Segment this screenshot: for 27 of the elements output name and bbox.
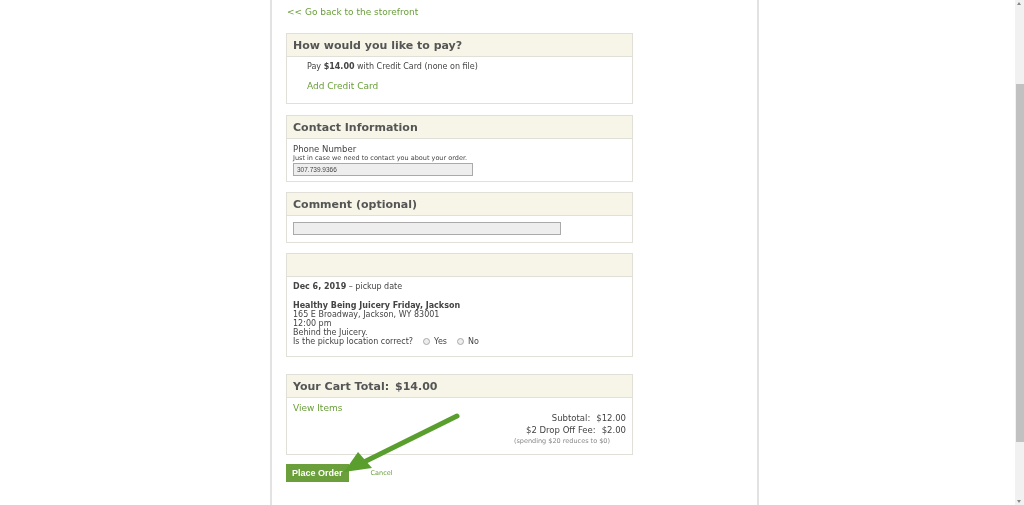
add-credit-card-link[interactable]: Add Credit Card (307, 81, 379, 91)
location-detail: Behind the Juicery. (293, 328, 368, 337)
back-link[interactable]: << Go back to the storefront (287, 7, 419, 17)
pickup-question: Is the pickup location correct? (293, 337, 414, 346)
location-detail: 12:00 pm (293, 319, 332, 328)
radio-label: No (468, 337, 479, 346)
place-order-button[interactable]: Place Order (286, 464, 349, 482)
cart-total: $14.00 (395, 379, 438, 393)
comment-field[interactable] (293, 222, 561, 235)
section-title: Contact Information (293, 120, 418, 134)
location-name: Healthy Being Juicery Friday, Jackson (293, 301, 462, 310)
field-label: Phone Number (293, 144, 358, 154)
total-value: $2.00 (601, 425, 626, 435)
location-detail: 165 E Broadway, Jackson, WY 83001 (293, 310, 440, 319)
total-label: Subtotal: (551, 413, 591, 423)
payment-text: Pay $14.00 with Credit Card (none on file) (307, 62, 479, 71)
section-title: How would you like to pay? (293, 38, 463, 52)
radio-button[interactable] (457, 338, 464, 345)
total-label: $2 Drop Off Fee: (526, 425, 596, 435)
total-value: $12.00 (596, 413, 626, 423)
pickup-date: Dec 6, 2019 – pickup date (293, 282, 404, 291)
view-items-link[interactable]: View Items (293, 403, 343, 413)
scrollbar[interactable] (1015, 0, 1024, 505)
section-title: Your Cart Total: (293, 379, 390, 393)
radio-label: Yes (434, 337, 447, 346)
section-title: Comment (optional) (293, 197, 418, 211)
radio-button[interactable] (423, 338, 431, 345)
